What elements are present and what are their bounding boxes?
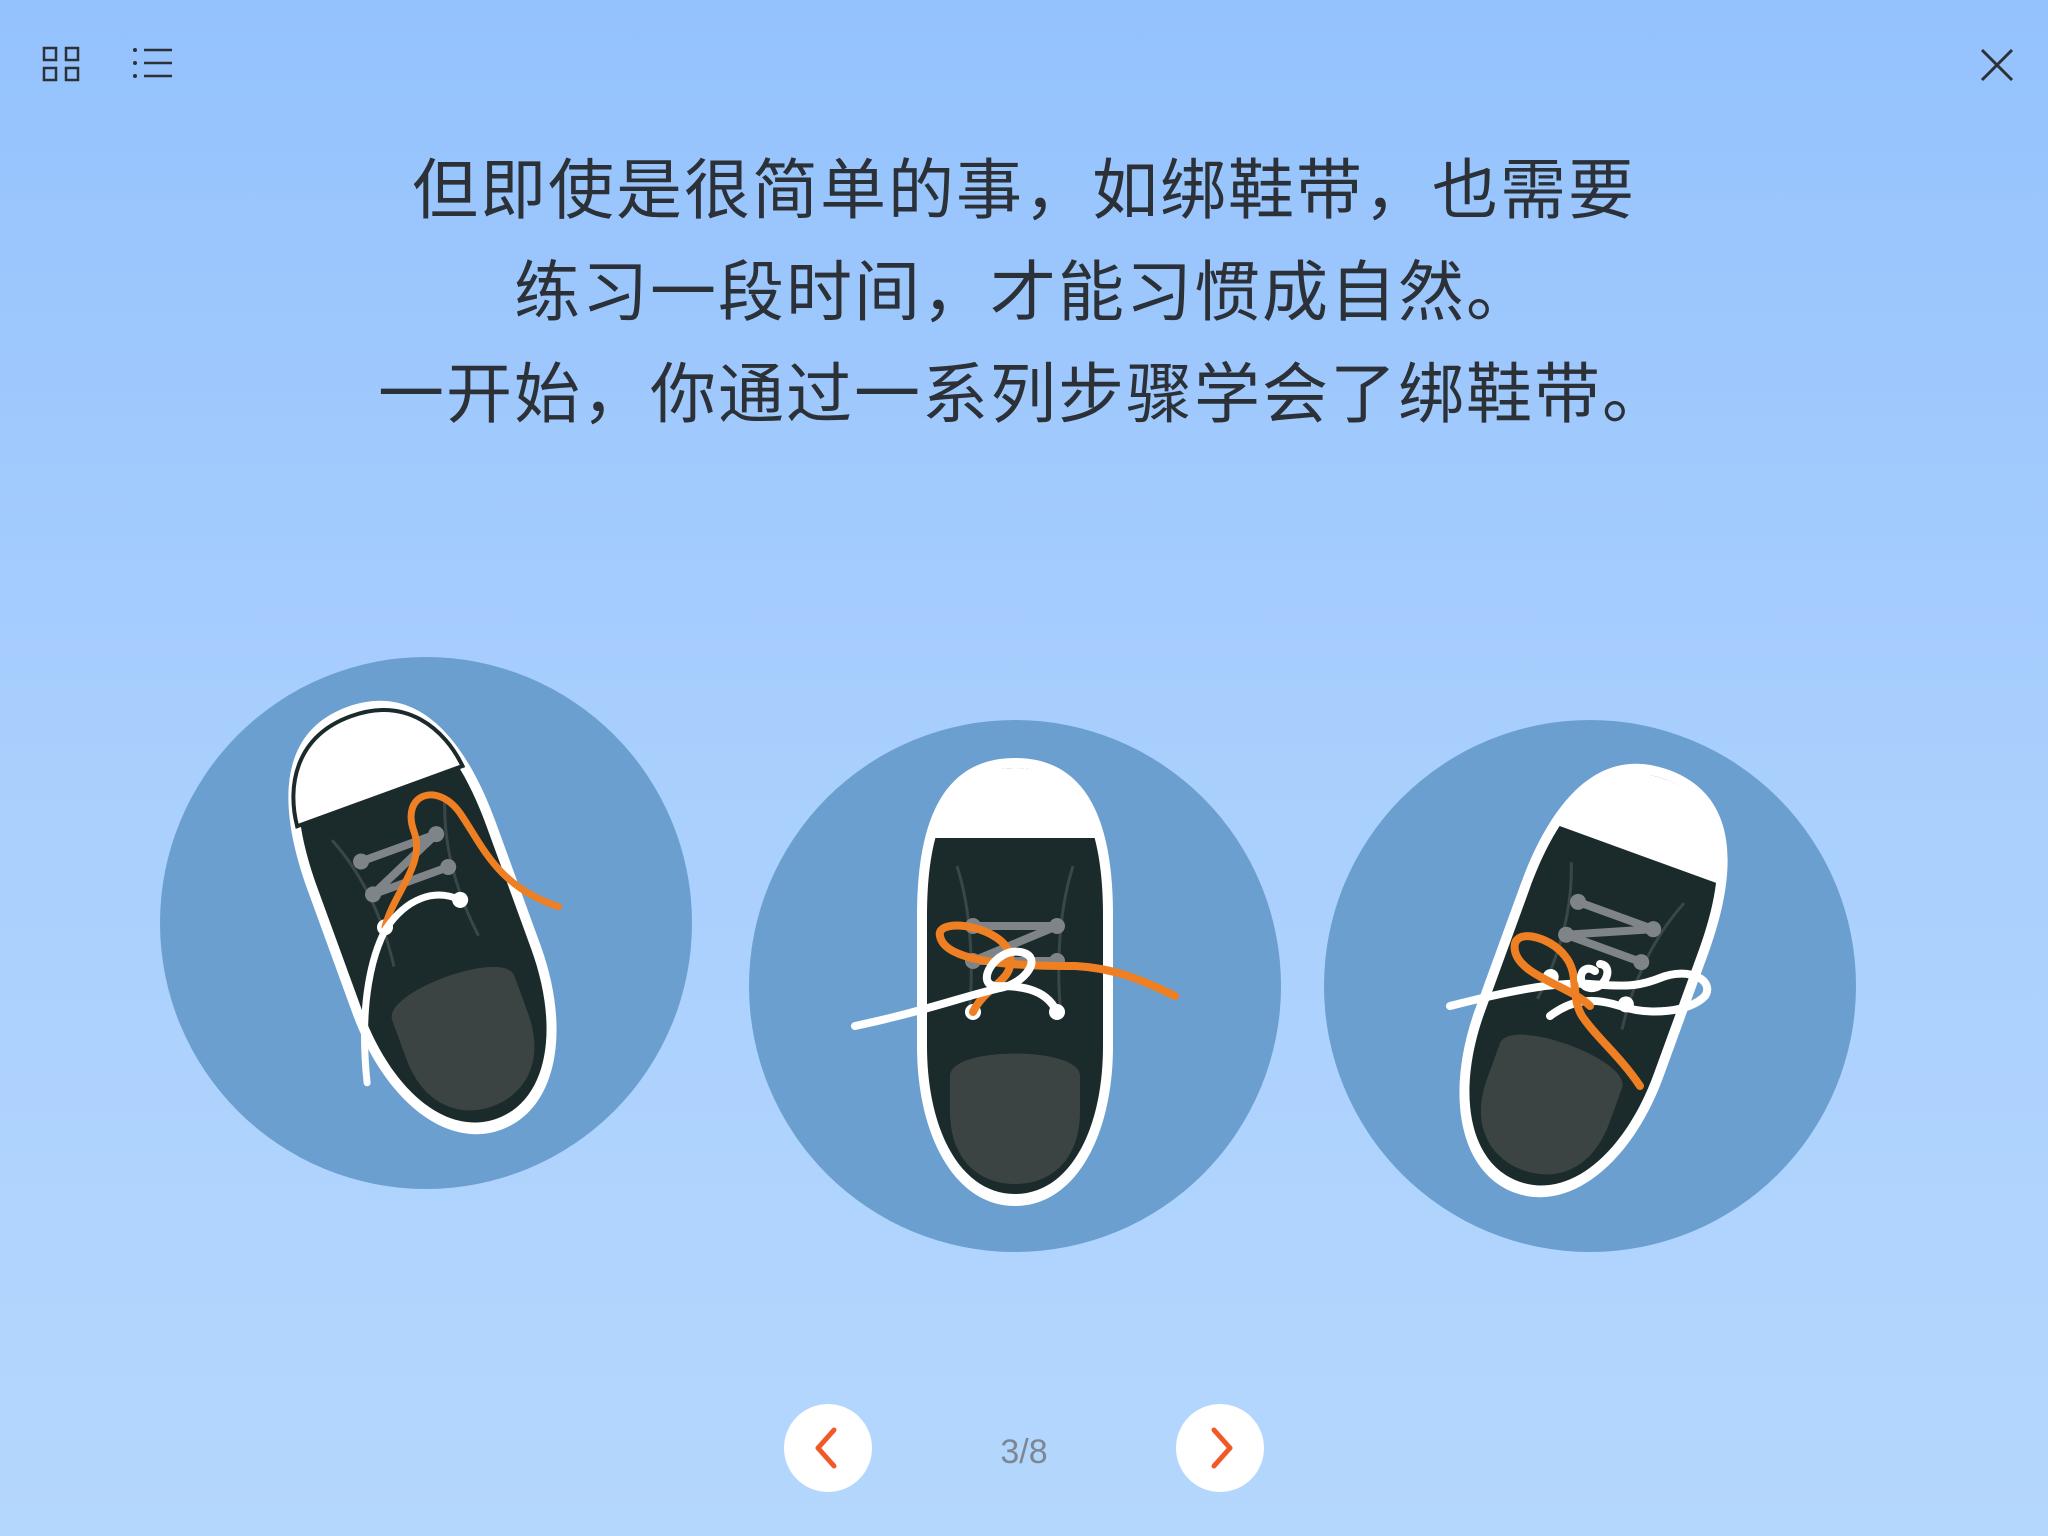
shoe-illustrations <box>0 0 2048 1536</box>
shoe-lace-step-1-icon <box>160 657 692 1189</box>
next-page-button[interactable] <box>1176 1404 1264 1492</box>
chevron-right-icon <box>1211 1427 1233 1469</box>
previous-page-button[interactable] <box>784 1404 872 1492</box>
shoe-lace-step-2-icon <box>749 720 1281 1252</box>
page-counter: 3/8 <box>1000 1433 1048 1471</box>
shoe-lace-step-3-icon <box>1324 720 1856 1252</box>
chevron-left-icon <box>815 1427 837 1469</box>
